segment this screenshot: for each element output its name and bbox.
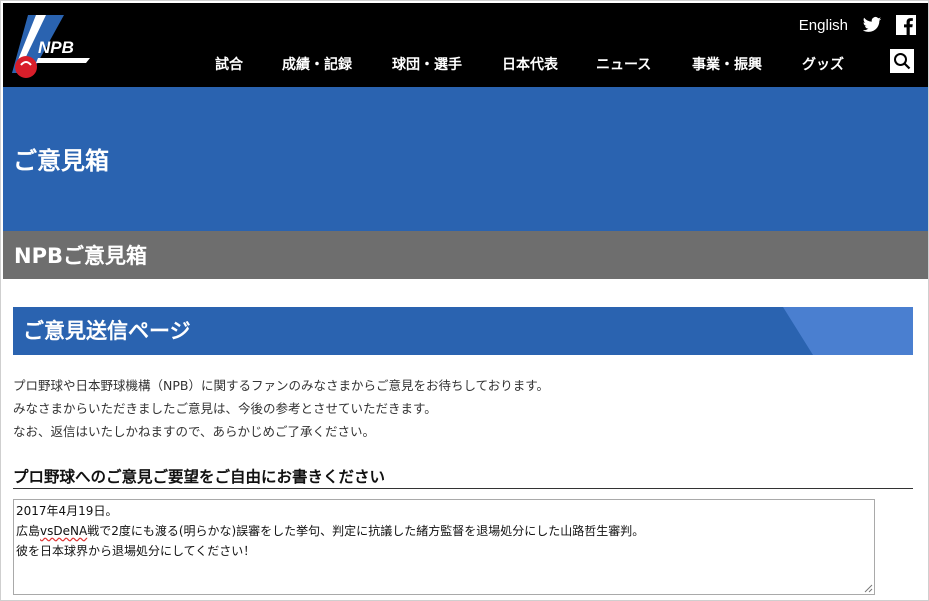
top-links: English (799, 15, 916, 35)
nav-item-stats[interactable]: 成績・記録 (282, 54, 392, 74)
page-frame: NPB English 試合 成績・記録 球団・選手 日本代表 ニュース 事業・… (0, 0, 929, 601)
opinion-textarea[interactable]: 2017年4月19日。 広島vsDeNA戦で2度にも渡る(明らかな)誤審をした挙… (13, 499, 875, 595)
main-nav: 試合 成績・記録 球団・選手 日本代表 ニュース 事業・振興 グッズ (215, 54, 862, 74)
facebook-icon[interactable] (896, 15, 916, 35)
page-title: ご意見箱 (13, 147, 109, 175)
textarea-content: 2017年4月19日。 広島vsDeNA戦で2度にも渡る(明らかな)誤審をした挙… (16, 501, 644, 561)
nav-item-news[interactable]: ニュース (596, 54, 692, 74)
search-icon (894, 53, 911, 70)
site-header: NPB English 試合 成績・記録 球団・選手 日本代表 ニュース 事業・… (3, 3, 928, 87)
banner-accent-shape (783, 307, 913, 355)
npb-logo[interactable]: NPB (12, 13, 92, 79)
resize-handle-icon[interactable] (863, 583, 873, 593)
form-heading: プロ野球へのご意見ご要望をご自由にお書きください (13, 468, 386, 486)
intro-line-3: なお、返信はいたしかねますので、あらかじめご了承ください。 (13, 424, 376, 439)
nav-item-national-team[interactable]: 日本代表 (502, 54, 596, 74)
textarea-line-3: 彼を日本球界から退場処分にしてください！ (16, 544, 256, 558)
logo-text: NPB (38, 38, 74, 57)
nav-item-teams[interactable]: 球団・選手 (392, 54, 502, 74)
textarea-line-2-post: 戦で2度にも渡る(明らかな)誤審をした挙句、判定に抗議した緒方監督を退場処分にし… (87, 524, 645, 538)
intro-line-1: プロ野球や日本野球機構（NPB）に関するファンのみなさまからご意見をお待ちしてお… (13, 378, 549, 393)
subheader-bar: NPBご意見箱 (3, 231, 928, 279)
textarea-line-1: 2017年4月19日。 (16, 504, 118, 518)
intro-text: プロ野球や日本野球機構（NPB）に関するファンのみなさまからご意見をお待ちしてお… (13, 374, 549, 443)
nav-item-goods[interactable]: グッズ (802, 54, 862, 74)
twitter-icon[interactable] (862, 15, 882, 35)
spellcheck-misspelled-word: vsDeNA (40, 524, 88, 538)
search-button[interactable] (890, 49, 914, 73)
section-title: ご意見送信ページ (23, 319, 191, 343)
nav-item-games[interactable]: 試合 (215, 54, 282, 74)
intro-line-2: みなさまからいただきましたご意見は、今後の参考とさせていただきます。 (13, 401, 437, 416)
section-banner: ご意見送信ページ (13, 307, 913, 355)
page-hero: ご意見箱 (3, 87, 928, 231)
subheader-title: NPBご意見箱 (14, 244, 147, 268)
nav-item-business[interactable]: 事業・振興 (692, 54, 802, 74)
form-divider (13, 488, 913, 489)
english-link[interactable]: English (799, 17, 848, 34)
textarea-line-2-pre: 広島 (16, 524, 41, 538)
